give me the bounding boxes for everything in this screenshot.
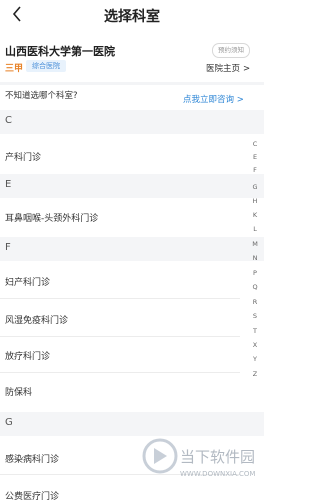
index-letter[interactable]: K <box>248 211 262 219</box>
department-item[interactable]: 防保科 <box>5 385 32 398</box>
index-letter[interactable]: C <box>248 140 262 148</box>
watermark-text: 当下软件园 <box>180 448 255 466</box>
section-letter: C <box>5 115 12 126</box>
section-header-e <box>0 174 264 198</box>
chevron-right-icon: > <box>243 64 251 74</box>
hospital-home-label: 医院主页 <box>206 64 241 74</box>
watermark: 当下软件园 WWW.DOWNXIA.COM <box>140 428 264 488</box>
hospital-home-link[interactable]: 医院主页 > <box>206 62 250 74</box>
booking-notice-button[interactable]: 预约须知 <box>212 43 250 58</box>
department-item[interactable]: 妇产科门诊 <box>5 275 50 288</box>
hospital-level: 三甲 <box>5 64 24 74</box>
index-letter[interactable]: E <box>248 153 262 161</box>
index-letter[interactable]: L <box>248 225 262 233</box>
index-letter[interactable]: Z <box>248 370 262 378</box>
section-letter: F <box>5 242 11 253</box>
watermark-url: WWW.DOWNXIA.COM <box>180 470 255 478</box>
row-divider <box>0 336 240 337</box>
index-letter[interactable]: F <box>248 166 262 174</box>
department-item[interactable]: 公费医疗门诊 <box>5 489 59 502</box>
index-letter[interactable]: N <box>248 254 262 262</box>
index-letter[interactable]: R <box>248 298 262 306</box>
department-item[interactable]: 感染病科门诊 <box>5 452 59 465</box>
department-item[interactable]: 放疗科门诊 <box>5 349 50 362</box>
department-item[interactable]: 耳鼻咽喉-头颈外科门诊 <box>5 211 98 224</box>
index-letter[interactable]: X <box>248 341 262 349</box>
hospital-name: 山西医科大学第一医院 <box>5 45 115 58</box>
divider <box>0 82 264 85</box>
page-title: 选择科室 <box>104 9 160 25</box>
index-letter[interactable]: Y <box>248 355 262 363</box>
watermark-logo-icon: 当下软件园 WWW.DOWNXIA.COM <box>142 438 255 478</box>
department-item[interactable]: 风湿免疫科门诊 <box>5 313 68 326</box>
department-item[interactable]: 产科门诊 <box>5 150 41 163</box>
consult-now-link[interactable]: 点我立即咨询 > <box>183 93 244 105</box>
section-letter: G <box>5 417 13 428</box>
index-letter[interactable]: P <box>248 269 262 277</box>
index-letter[interactable]: T <box>248 327 262 335</box>
row-divider <box>0 372 240 373</box>
row-divider <box>0 298 240 299</box>
section-header-f <box>0 237 264 261</box>
index-letter[interactable]: Q <box>248 283 262 291</box>
department-help-question: 不知道选哪个科室? <box>5 91 78 101</box>
index-letter[interactable]: G <box>248 183 262 191</box>
section-letter: E <box>5 179 12 190</box>
hospital-type-badge: 综合医院 <box>26 60 66 72</box>
index-letter[interactable]: M <box>248 240 262 248</box>
section-header-c <box>0 110 264 134</box>
index-letter[interactable]: H <box>248 197 262 205</box>
index-letter[interactable]: S <box>248 312 262 320</box>
